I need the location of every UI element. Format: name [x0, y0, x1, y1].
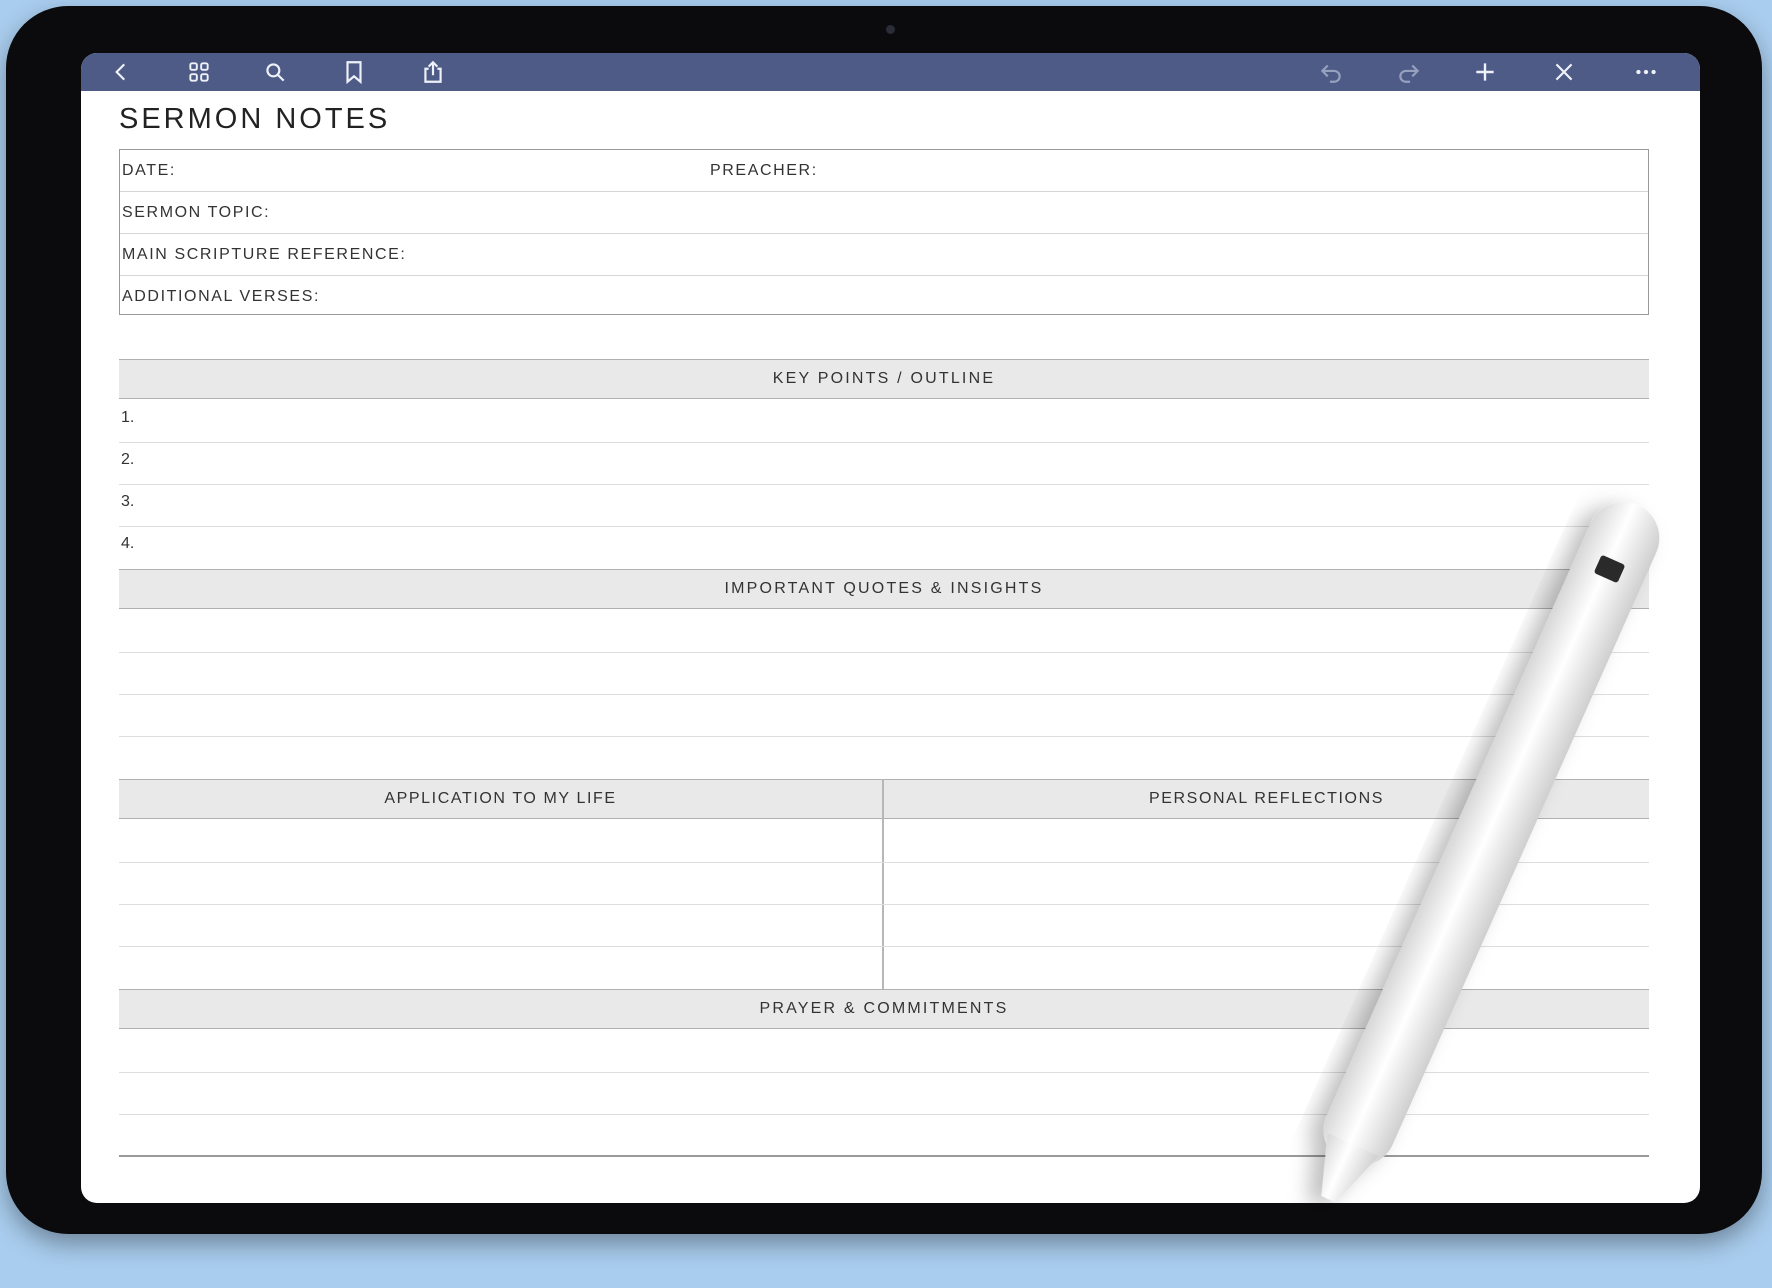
bookmark-icon[interactable]	[334, 57, 374, 87]
screen: SERMON NOTES DATE: PREACHER: SERMON TOPI…	[81, 53, 1700, 1203]
line-rule[interactable]	[119, 736, 1649, 737]
undo-icon[interactable]	[1311, 57, 1351, 87]
camera	[886, 25, 895, 34]
prayer-title: PRAYER & COMMITMENTS	[759, 1000, 1009, 1017]
share-icon[interactable]	[413, 57, 453, 87]
quotes-title: IMPORTANT QUOTES & INSIGHTS	[724, 580, 1044, 597]
verses-label: ADDITIONAL VERSES:	[122, 288, 321, 305]
verses-row[interactable]: ADDITIONAL VERSES:	[120, 276, 1648, 318]
key-point-number: 1.	[121, 409, 135, 426]
application-header: APPLICATION TO MY LIFE	[119, 779, 882, 819]
scripture-label: MAIN SCRIPTURE REFERENCE:	[122, 246, 407, 263]
more-icon[interactable]	[1626, 57, 1666, 87]
back-icon[interactable]	[101, 57, 141, 87]
sermon-topic-row[interactable]: SERMON TOPIC:	[120, 192, 1648, 234]
line-rule[interactable]	[119, 1072, 1649, 1073]
grid-icon[interactable]	[179, 57, 219, 87]
line-rule[interactable]	[119, 484, 1649, 485]
key-point-number: 2.	[121, 451, 135, 468]
key-points-title: KEY POINTS / OUTLINE	[772, 370, 996, 387]
date-label: DATE:	[122, 162, 176, 179]
reflections-header: PERSONAL REFLECTIONS	[884, 779, 1649, 819]
prayer-header: PRAYER & COMMITMENTS	[119, 989, 1649, 1029]
scripture-row[interactable]: MAIN SCRIPTURE REFERENCE:	[120, 234, 1648, 276]
line-rule[interactable]	[119, 526, 1649, 527]
line-rule[interactable]	[119, 694, 1649, 695]
date-preacher-row[interactable]: DATE: PREACHER:	[120, 150, 1648, 192]
reflections-title: PERSONAL REFLECTIONS	[1148, 790, 1384, 807]
tablet-device: SERMON NOTES DATE: PREACHER: SERMON TOPI…	[6, 6, 1762, 1234]
quotes-header: IMPORTANT QUOTES & INSIGHTS	[119, 569, 1649, 609]
line-rule[interactable]	[119, 442, 1649, 443]
column-divider	[882, 779, 884, 989]
application-title: APPLICATION TO MY LIFE	[384, 790, 617, 807]
line-rule[interactable]	[119, 862, 1649, 863]
redo-icon[interactable]	[1389, 57, 1429, 87]
toolbar	[81, 53, 1700, 91]
line-rule[interactable]	[119, 904, 1649, 905]
sermon-topic-label: SERMON TOPIC:	[122, 204, 271, 221]
line-rule[interactable]	[119, 652, 1649, 653]
add-icon[interactable]	[1465, 57, 1505, 87]
line-rule[interactable]	[119, 1114, 1649, 1115]
search-icon[interactable]	[255, 57, 295, 87]
sermon-info-box: DATE: PREACHER: SERMON TOPIC: MAIN SCRIP…	[119, 149, 1649, 315]
key-points-header: KEY POINTS / OUTLINE	[119, 359, 1649, 399]
key-point-number: 4.	[121, 535, 135, 552]
key-point-number: 3.	[121, 493, 135, 510]
preacher-label: PREACHER:	[710, 162, 818, 179]
page-title: SERMON NOTES	[119, 103, 391, 135]
bottom-rule	[119, 1155, 1649, 1157]
line-rule[interactable]	[119, 946, 1649, 947]
close-icon[interactable]	[1544, 57, 1584, 87]
